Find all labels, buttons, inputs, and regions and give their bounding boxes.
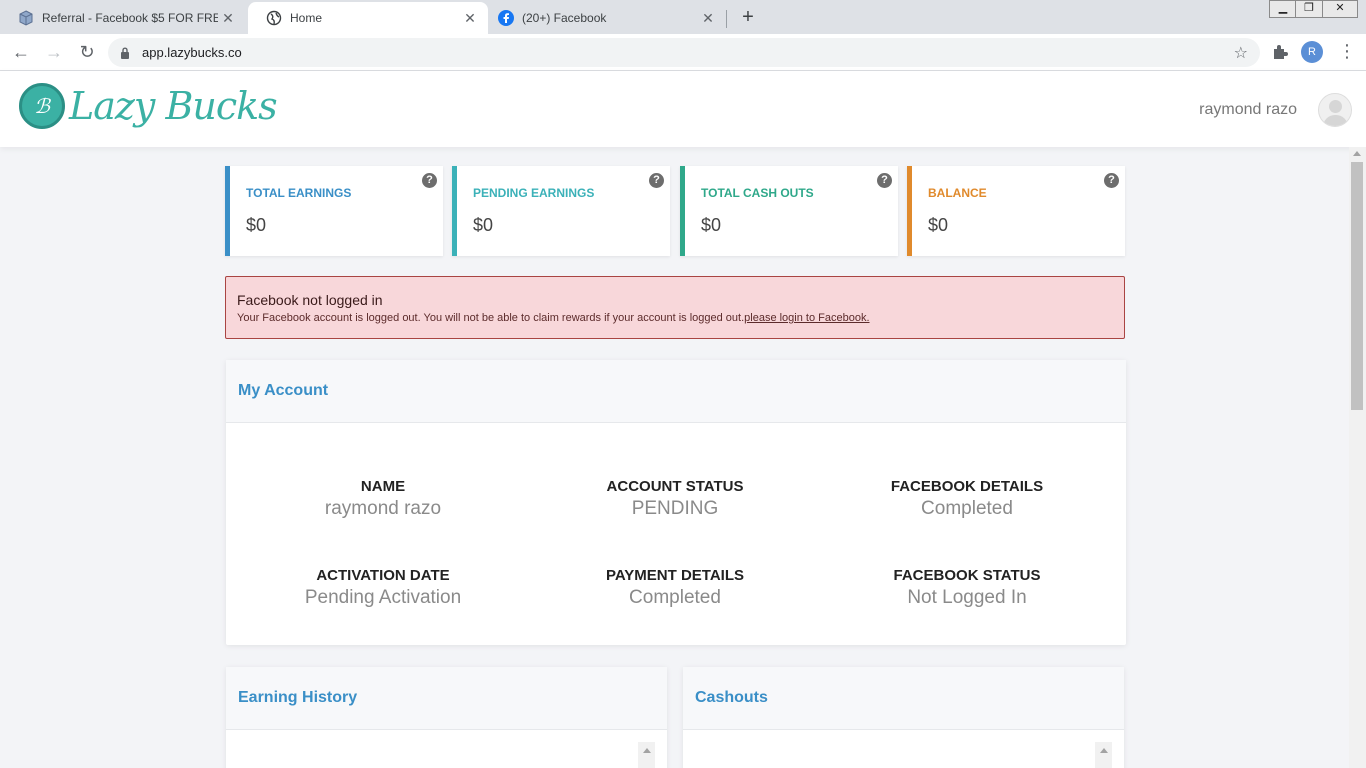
alert-message: Your Facebook account is logged out. You…	[237, 312, 870, 324]
logo-emblem-icon: ℬ	[19, 83, 65, 129]
bookmark-star-icon[interactable]: ☆	[1234, 43, 1248, 63]
forward-button[interactable]: →	[42, 40, 66, 64]
tab-referral[interactable]: Referral - Facebook $5 FOR FREE ✕	[0, 2, 246, 34]
tab-separator	[726, 10, 727, 28]
account-field-facebook-details: FACEBOOK DETAILS Completed	[821, 478, 1113, 520]
avatar-head	[1329, 100, 1342, 113]
help-icon[interactable]: ?	[877, 173, 892, 188]
stat-value: $0	[928, 215, 949, 235]
stat-value: $0	[473, 215, 494, 235]
stat-card-balance: BALANCE $0 ?	[907, 166, 1125, 256]
user-name[interactable]: raymond razo	[1199, 101, 1297, 119]
browser-menu-icon[interactable]: ⋮	[1338, 40, 1356, 62]
field-label: ACCOUNT STATUS	[606, 478, 744, 495]
browser-toolbar: ← → ↻ app.lazybucks.co ☆ R ⋮	[0, 34, 1366, 71]
stat-value: $0	[701, 215, 722, 235]
close-window-button[interactable]: ✕	[1322, 0, 1358, 18]
panel-header: Cashouts	[683, 667, 1124, 730]
field-label: PAYMENT DETAILS	[605, 567, 745, 584]
facebook-login-link[interactable]: please login to Facebook.	[744, 312, 869, 324]
new-tab-button[interactable]: +	[737, 4, 759, 30]
facebook-logged-out-alert: Facebook not logged in Your Facebook acc…	[225, 276, 1125, 339]
minimize-button[interactable]: ▁	[1269, 0, 1297, 18]
help-icon[interactable]: ?	[1104, 173, 1119, 188]
field-label: NAME	[360, 478, 406, 495]
help-icon[interactable]: ?	[422, 173, 437, 188]
globe-icon	[266, 10, 282, 26]
field-value: Completed	[921, 498, 1013, 519]
reload-button[interactable]: ↻	[75, 40, 99, 64]
panel-title: My Account	[238, 382, 329, 399]
scroll-up-arrow-icon[interactable]	[1353, 151, 1361, 156]
account-field-payment-details: PAYMENT DETAILS Completed	[529, 567, 821, 609]
stat-label: TOTAL EARNINGS	[246, 186, 352, 200]
field-value: Pending Activation	[304, 587, 462, 608]
logo-text: Lazy Bucks	[69, 84, 278, 128]
site-logo[interactable]: ℬ Lazy Bucks	[19, 83, 278, 129]
tab-home[interactable]: Home ✕	[248, 2, 488, 34]
browser-tab-bar: Referral - Facebook $5 FOR FREE ✕ Home ✕…	[0, 0, 1366, 34]
address-bar[interactable]: app.lazybucks.co ☆	[108, 38, 1260, 67]
field-label: FACEBOOK DETAILS	[890, 478, 1044, 495]
stat-value: $0	[246, 215, 267, 235]
scrollbar-thumb[interactable]	[1351, 162, 1363, 410]
account-field-name: NAME raymond razo	[237, 478, 529, 520]
extensions-puzzle-icon[interactable]	[1270, 42, 1290, 62]
panel-title: Earning History	[238, 689, 358, 706]
close-tab-icon[interactable]: ✕	[698, 10, 718, 27]
profile-avatar[interactable]: R	[1301, 41, 1323, 63]
field-value: PENDING	[631, 498, 719, 519]
maximize-button[interactable]: ❐	[1295, 0, 1323, 18]
tab-facebook[interactable]: (20+) Facebook ✕	[488, 2, 726, 34]
panel-header: My Account	[226, 360, 1126, 423]
page-scrollbar[interactable]	[1349, 147, 1366, 768]
field-value: Completed	[629, 587, 721, 608]
lock-icon	[120, 46, 130, 59]
url-text: app.lazybucks.co	[142, 45, 242, 60]
panel-title: Cashouts	[695, 689, 768, 706]
user-avatar[interactable]	[1318, 93, 1352, 127]
field-label: ACTIVATION DATE	[316, 567, 450, 584]
earning-history-panel: Earning History	[226, 667, 667, 768]
scroll-up-arrow-icon[interactable]	[1100, 748, 1108, 753]
stat-card-total-cash-outs: TOTAL CASH OUTS $0 ?	[680, 166, 898, 256]
field-value: Not Logged In	[907, 587, 1027, 608]
cashouts-panel: Cashouts	[683, 667, 1124, 768]
field-label: FACEBOOK STATUS	[893, 567, 1041, 584]
panel-header: Earning History	[226, 667, 667, 730]
avatar-body	[1323, 115, 1348, 126]
account-field-activation-date: ACTIVATION DATE Pending Activation	[237, 567, 529, 609]
stat-label: PENDING EARNINGS	[473, 186, 595, 200]
alert-heading: Facebook not logged in	[237, 292, 383, 308]
scroll-up-arrow-icon[interactable]	[643, 748, 651, 753]
close-tab-icon[interactable]: ✕	[218, 10, 238, 27]
cashouts-scrollbar[interactable]	[1095, 742, 1112, 768]
package-icon	[18, 10, 34, 26]
my-account-panel: My Account NAME raymond razo ACCOUNT STA…	[226, 360, 1126, 645]
back-button[interactable]: ←	[9, 40, 33, 64]
earning-history-scrollbar[interactable]	[638, 742, 655, 768]
help-icon[interactable]: ?	[649, 173, 664, 188]
stat-label: TOTAL CASH OUTS	[701, 186, 814, 200]
stat-card-pending-earnings: PENDING EARNINGS $0 ?	[452, 166, 670, 256]
site-header: ℬ Lazy Bucks raymond razo	[0, 71, 1366, 147]
account-field-account-status: ACCOUNT STATUS PENDING	[529, 478, 821, 520]
account-field-facebook-status: FACEBOOK STATUS Not Logged In	[821, 567, 1113, 609]
field-value: raymond razo	[324, 498, 442, 519]
facebook-icon	[498, 10, 514, 26]
stat-label: BALANCE	[928, 186, 987, 200]
close-tab-icon[interactable]: ✕	[460, 10, 480, 27]
stat-card-total-earnings: TOTAL EARNINGS $0 ?	[225, 166, 443, 256]
